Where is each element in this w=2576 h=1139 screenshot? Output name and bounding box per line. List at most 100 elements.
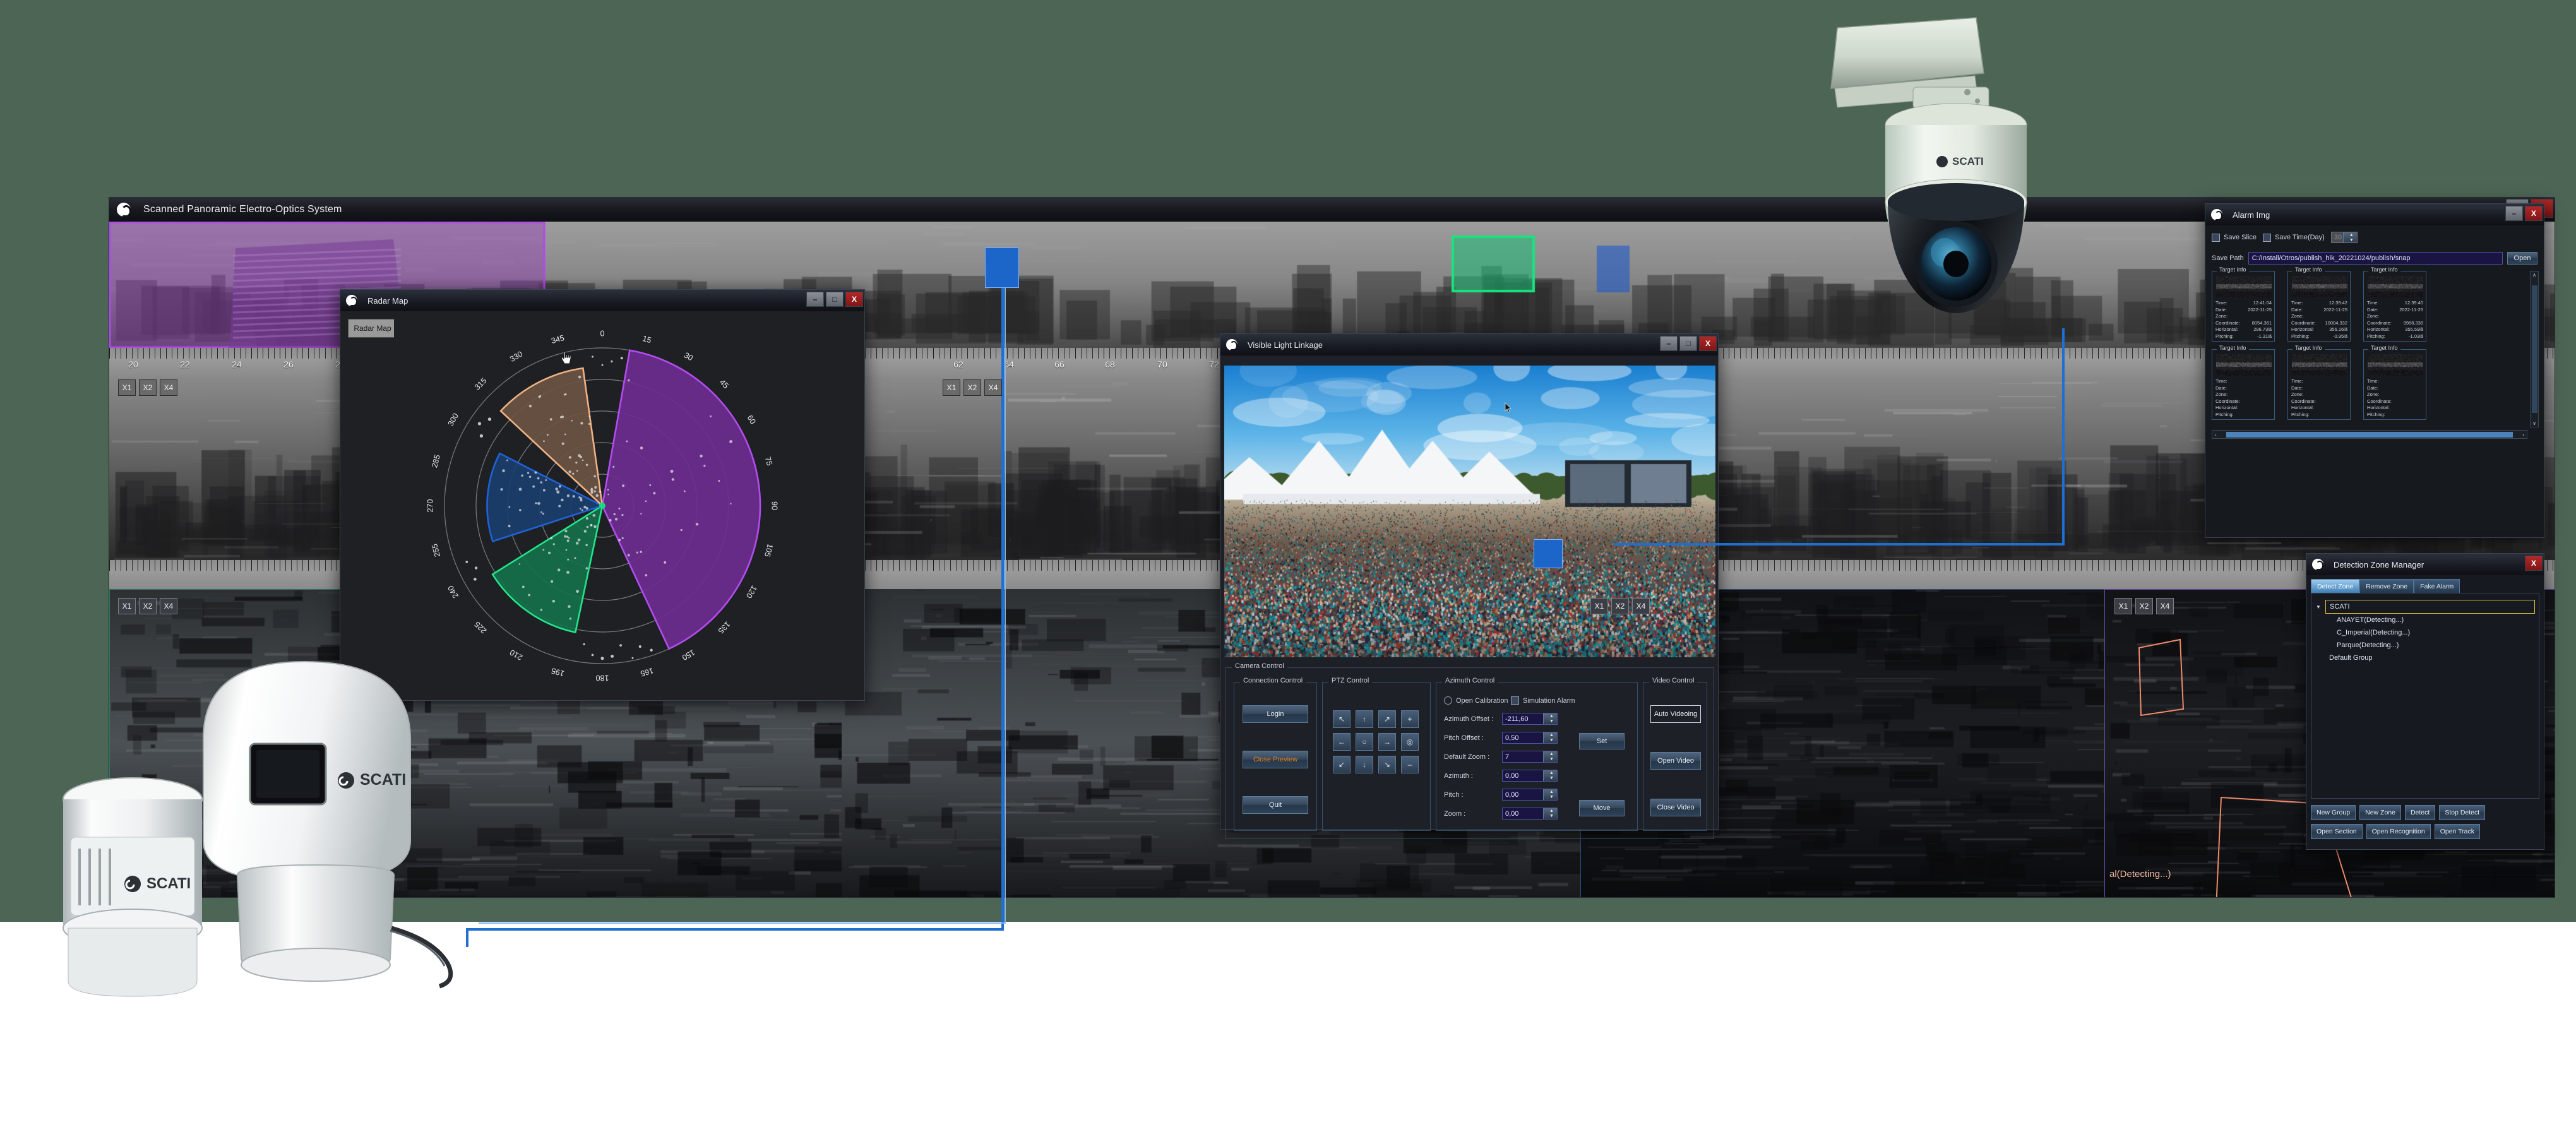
zoom-buttons-tile-1[interactable]: X1 X2 X4 (118, 379, 177, 396)
spinner-down-icon[interactable]: ▼ (1546, 795, 1557, 801)
target-thumbnail[interactable] (2292, 276, 2347, 297)
tab-fake-alarm[interactable]: Fake Alarm (2414, 579, 2460, 593)
open-calibration-row[interactable]: Open Calibration (1444, 696, 1508, 705)
target-info-grid[interactable]: Target Info Time: 12:41:04 Date: 2022-11-25 Z… (2212, 271, 2527, 429)
spinner-down-icon[interactable]: ▼ (1546, 719, 1557, 725)
alarm-vertical-scrollbar[interactable]: ∧ ∨ (2530, 271, 2539, 427)
open-recognition-button[interactable]: Open Recognition (2366, 824, 2431, 839)
spinner-down-icon[interactable]: ▼ (1546, 757, 1557, 763)
default-zoom-row[interactable]: Default Zoom : 7 ▲ ▼ (1444, 751, 1558, 763)
spinner-up-icon[interactable]: ▲ (2346, 232, 2357, 237)
pitch-spinner[interactable]: 0,00 ▲ ▼ (1502, 789, 1558, 801)
scroll-down-icon[interactable]: ∨ (2532, 420, 2536, 427)
target-thumbnail[interactable] (2216, 276, 2272, 297)
zoom-button-x2[interactable]: X2 (139, 598, 157, 614)
pitch-offset-spinner-arrows[interactable]: ▲ ▼ (1543, 732, 1557, 743)
close-video-button[interactable]: Close Video (1650, 799, 1701, 816)
ptz-zoom-out-button[interactable]: – (1401, 756, 1419, 773)
detection-zone-tree[interactable]: ▼ SCATI ANAYET(Detecting...) C_Imperial(D… (2311, 593, 2539, 799)
zoom-buttons-thermal-3[interactable]: X1 X2 X4 (1590, 598, 1650, 614)
tree-child-node[interactable]: Parque(Detecting...) (2337, 639, 2539, 652)
zoom-button-x1[interactable]: X1 (118, 379, 136, 396)
alarm-window-controls[interactable]: – X (2505, 206, 2543, 221)
tree-node-root[interactable]: ▼ SCATI (2325, 600, 2535, 614)
zoom-button-x1[interactable]: X1 (943, 379, 960, 396)
spinner-up-icon[interactable]: ▲ (1546, 789, 1557, 795)
alarm-horizontal-scrollbar[interactable]: ‹ › (2212, 430, 2527, 439)
panorama-marker-blue[interactable] (985, 247, 1019, 288)
spinner-up-icon[interactable]: ▲ (1546, 808, 1557, 814)
azimuth-offset-row[interactable]: Azimuth Offset : -211,60 ▲ ▼ (1444, 713, 1558, 725)
target-info-card[interactable]: Target Info Time: Date: Zone: Coordinate: Hor… (2363, 349, 2426, 420)
new-group-button[interactable]: New Group (2311, 805, 2356, 820)
default-zoom-spinner-arrows[interactable]: ▲ ▼ (1543, 751, 1557, 762)
dzm-tab-row[interactable]: Detect Zone Remove Zone Fake Alarm (2311, 579, 2460, 593)
spinner-up-icon[interactable]: ▲ (1546, 751, 1557, 757)
tab-remove-zone[interactable]: Remove Zone (2359, 579, 2414, 593)
scroll-right-icon[interactable]: › (2520, 432, 2527, 438)
target-thumbnail[interactable] (2368, 276, 2423, 297)
simulation-alarm-row[interactable]: Simulation Alarm (1511, 696, 1575, 705)
ptz-down-left-button[interactable]: ↙ (1333, 756, 1351, 773)
zoom-button-x2[interactable]: X2 (1611, 598, 1629, 614)
radar-close-button[interactable]: X (845, 292, 863, 307)
zoom-button-x2[interactable]: X2 (963, 379, 981, 396)
spinner-up-icon[interactable]: ▲ (1546, 713, 1557, 719)
target-thumbnail[interactable] (2368, 354, 2423, 376)
video-target-marker[interactable] (1534, 539, 1563, 568)
target-info-card[interactable]: Target Info Time: 12:41:04 Date: 2022-11-25 Z… (2212, 271, 2275, 342)
radar-minimize-button[interactable]: – (806, 292, 824, 307)
spinner-down-icon[interactable]: ▼ (2346, 237, 2357, 242)
auto-videoing-button[interactable]: Auto Videoing (1650, 705, 1701, 723)
tab-detect-zone[interactable]: Detect Zone (2311, 579, 2359, 593)
radar-map-tab-button[interactable]: Radar Map (348, 319, 397, 338)
spinner-up-icon[interactable]: ▲ (1546, 732, 1557, 738)
tree-child-node[interactable]: C_Imperial(Detecting...) (2337, 626, 2539, 639)
alarm-close-button[interactable]: X (2525, 206, 2543, 221)
pitch-row[interactable]: Pitch : 0,00 ▲ ▼ (1444, 789, 1558, 801)
horizontal-scroll-thumb[interactable] (2226, 432, 2513, 438)
save-time-spinner[interactable]: 30 ▲ ▼ (2331, 232, 2358, 243)
ptz-down-button[interactable]: ↓ (1356, 756, 1373, 773)
save-path-input[interactable]: C:/Install/Otros/publish_hik_20221024/pu… (2248, 252, 2503, 265)
quit-button[interactable]: Quit (1243, 796, 1308, 814)
login-button[interactable]: Login (1243, 705, 1308, 723)
target-thumbnail[interactable] (2292, 354, 2347, 376)
azimuth-offset-spinner-arrows[interactable]: ▲ ▼ (1543, 713, 1557, 724)
open-track-button[interactable]: Open Track (2435, 824, 2480, 839)
pitch-offset-spinner[interactable]: 0,50 ▲ ▼ (1502, 732, 1558, 744)
ptz-keypad[interactable]: ↖ ↑ ↗ + ← ○ → ◎ ↙ ↓ ↘ – (1332, 709, 1422, 777)
ptz-up-button[interactable]: ↑ (1356, 710, 1373, 728)
save-slice-option[interactable]: Save Slice (2212, 234, 2257, 242)
zoom-spinner-arrows[interactable]: ▲ ▼ (1543, 808, 1557, 819)
vll-window-controls[interactable]: – □ X (1660, 336, 1717, 351)
target-info-card[interactable]: Target Info Time: Date: Zone: Coordinate: Hor… (2287, 349, 2351, 420)
vll-close-button[interactable]: X (1699, 336, 1717, 351)
open-video-button[interactable]: Open Video (1650, 752, 1701, 770)
zoom-button-x4[interactable]: X4 (984, 379, 1002, 396)
move-button[interactable]: Move (1579, 800, 1625, 816)
zoom-buttons-thermal-1[interactable]: X1 X2 X4 (118, 598, 177, 614)
dzm-close-button[interactable]: X (2525, 556, 2543, 571)
spinner-down-icon[interactable]: ▼ (1546, 776, 1557, 782)
scroll-left-icon[interactable]: ‹ (2212, 432, 2219, 438)
save-slice-checkbox[interactable] (2212, 234, 2220, 242)
zoom-row[interactable]: Zoom : 0,00 ▲ ▼ (1444, 808, 1558, 820)
radar-maximize-button[interactable]: □ (826, 292, 844, 307)
stop-detect-button[interactable]: Stop Detect (2439, 805, 2485, 820)
ptz-down-right-button[interactable]: ↘ (1378, 756, 1396, 773)
zoom-button-x1[interactable]: X1 (1590, 598, 1608, 614)
open-calibration-radio[interactable] (1444, 696, 1452, 705)
save-time-checkbox[interactable] (2263, 234, 2271, 242)
spinner-down-icon[interactable]: ▼ (1546, 814, 1557, 820)
zoom-button-x1[interactable]: X1 (2114, 598, 2132, 614)
simulation-alarm-checkbox[interactable] (1511, 696, 1519, 705)
zoom-button-x4[interactable]: X4 (1632, 598, 1650, 614)
zoom-button-x1[interactable]: X1 (118, 598, 136, 614)
close-preview-button[interactable]: Close Preview (1243, 751, 1308, 768)
vertical-scroll-thumb[interactable] (2532, 285, 2537, 413)
zoom-button-x4[interactable]: X4 (160, 379, 177, 396)
azimuth-offset-spinner[interactable]: -211,60 ▲ ▼ (1502, 713, 1558, 725)
spinner-down-icon[interactable]: ▼ (1546, 738, 1557, 744)
tree-node-default-group[interactable]: Default Group (2329, 652, 2539, 664)
